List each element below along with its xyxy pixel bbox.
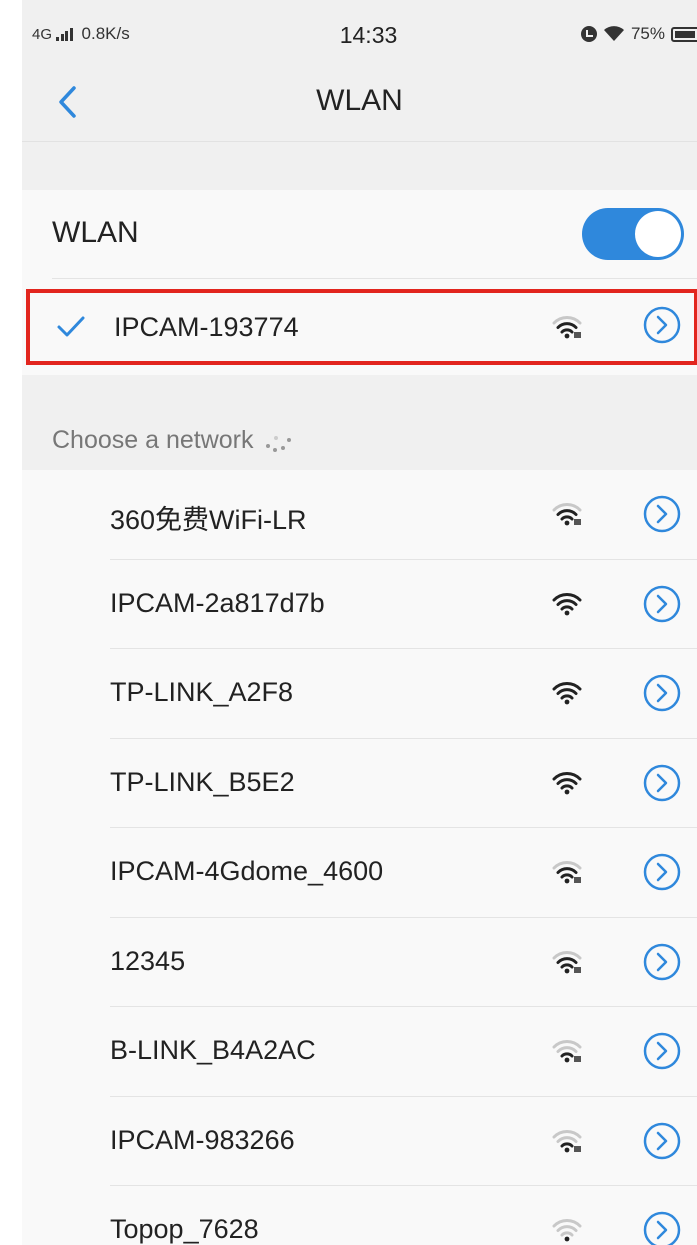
network-row[interactable]: 360免费WiFi-LR (22, 470, 697, 560)
network-row[interactable]: IPCAM-2a817d7b (22, 560, 697, 649)
status-right: 75% (580, 24, 697, 44)
network-name: TP-LINK_B5E2 (110, 766, 295, 797)
checkmark-icon (57, 316, 85, 337)
info-arrow-icon[interactable] (642, 1210, 682, 1245)
network-row[interactable]: TP-LINK_A2F8 (22, 649, 697, 739)
network-name: Topop_7628 (110, 1214, 259, 1244)
wifi-signal-icon (552, 1039, 582, 1068)
network-name: IPCAM-4Gdome_4600 (110, 856, 384, 886)
network-row[interactable]: Topop_7628 (22, 1186, 697, 1245)
info-arrow-icon[interactable] (642, 763, 682, 808)
network-name: 12345 (110, 945, 186, 976)
network-row[interactable]: 12345 (22, 918, 697, 1007)
wifi-signal-icon (552, 681, 582, 710)
network-name: IPCAM-983266 (110, 1124, 295, 1155)
divider (52, 278, 697, 279)
wlan-card: WLAN IPCAM-193774 (22, 190, 697, 375)
status-wifi-icon (603, 26, 624, 41)
status-bar: 4G 0.8K/s 14:33 75% (22, 0, 697, 62)
wlan-settings-screen: 4G 0.8K/s 14:33 75% WLAN WLAN IPCAM-1937… (22, 0, 697, 1245)
wifi-signal-icon (552, 860, 582, 889)
page-title: WLAN (316, 84, 403, 117)
wifi-signal-icon (552, 1129, 582, 1158)
wifi-signal-icon (552, 1218, 582, 1245)
wifi-signal-icon (552, 950, 582, 979)
loading-spinner-icon (264, 430, 294, 452)
info-arrow-icon[interactable] (642, 494, 682, 539)
connected-network-name: IPCAM-193774 (114, 312, 299, 342)
wlan-label: WLAN (52, 216, 139, 249)
alarm-icon (580, 26, 597, 42)
network-name: TP-LINK_A2F8 (110, 677, 294, 707)
section-header-label: Choose a network (52, 426, 254, 454)
wifi-signal-icon (552, 592, 582, 621)
networks-section-header: Choose a network (52, 426, 294, 455)
info-arrow-icon[interactable] (642, 584, 682, 629)
info-arrow-icon[interactable] (642, 1031, 682, 1076)
wlan-toggle-row: WLAN (22, 190, 697, 278)
info-arrow-icon[interactable] (642, 305, 682, 350)
wifi-signal-icon (552, 315, 582, 344)
network-name: B-LINK_B4A2AC (110, 1035, 316, 1065)
battery-percent: 75% (630, 24, 665, 43)
info-arrow-icon[interactable] (642, 942, 682, 987)
network-row[interactable]: TP-LINK_B5E2 (22, 739, 697, 828)
network-row[interactable]: IPCAM-4Gdome_4600 (22, 828, 697, 918)
wlan-toggle[interactable] (582, 208, 684, 260)
info-arrow-icon[interactable] (642, 852, 682, 897)
connected-network-row[interactable]: IPCAM-193774 (26, 289, 697, 365)
nav-bar: WLAN (22, 62, 697, 142)
network-row[interactable]: B-LINK_B4A2AC (22, 1007, 697, 1097)
wifi-signal-icon (552, 502, 582, 531)
network-name: IPCAM-2a817d7b (110, 587, 325, 618)
network-row[interactable]: IPCAM-983266 (22, 1097, 697, 1186)
network-name: 360免费WiFi-LR (110, 505, 307, 535)
wifi-signal-icon (552, 771, 582, 800)
info-arrow-icon[interactable] (642, 1121, 682, 1166)
toggle-knob (635, 211, 681, 257)
network-list: 360免费WiFi-LR IPCAM-2a817d7b TP-LINK_A2F8 TP… (22, 470, 697, 1245)
info-arrow-icon[interactable] (642, 673, 682, 718)
battery-icon (671, 26, 697, 42)
